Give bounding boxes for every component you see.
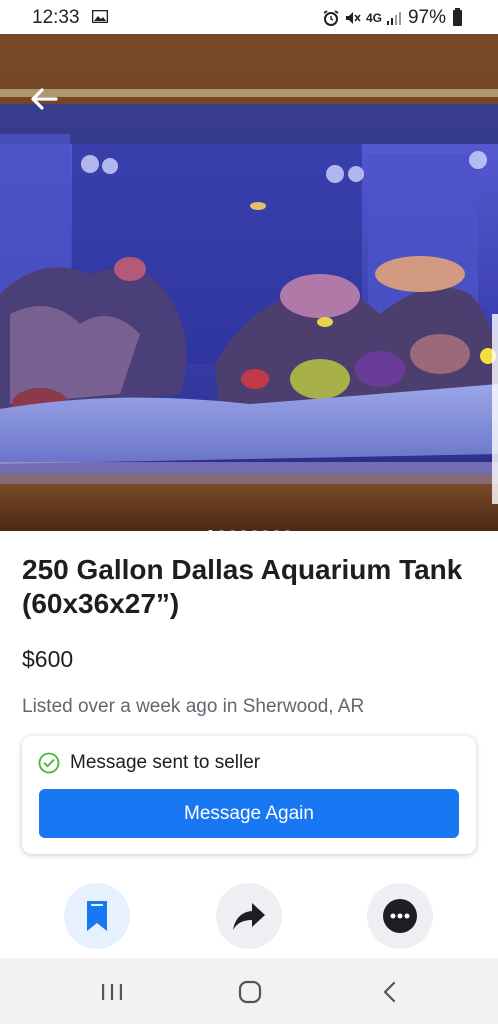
message-status-text: Message sent to seller: [70, 752, 261, 773]
gallery-notification-icon: [92, 10, 108, 23]
message-again-button[interactable]: Message Again: [39, 789, 459, 838]
battery-percent: 97%: [407, 7, 446, 28]
back-arrow-icon[interactable]: [26, 84, 62, 114]
listing-meta: Listed over a week ago in Sherwood, AR: [22, 696, 365, 717]
system-nav-bar: [0, 958, 498, 1024]
listing-price: $600: [22, 646, 74, 672]
check-circle-icon: [38, 752, 60, 774]
more-dots-icon: [383, 899, 417, 933]
photo-dot[interactable]: [240, 530, 247, 531]
network-type: 4G: [365, 11, 382, 25]
message-status: Message sent to seller: [38, 752, 260, 774]
status-time: 12:33: [32, 7, 80, 28]
home-icon[interactable]: [236, 978, 264, 1006]
battery-icon: [453, 8, 462, 26]
listing-photo[interactable]: [0, 34, 498, 531]
back-nav-icon[interactable]: [376, 978, 404, 1006]
photo-dot[interactable]: [284, 530, 291, 531]
signal-icon: [386, 12, 401, 25]
bookmark-icon: [87, 901, 107, 931]
photo-dot[interactable]: [207, 530, 214, 531]
photo-dot[interactable]: [262, 530, 269, 531]
share-button[interactable]: [216, 883, 282, 949]
share-arrow-icon: [233, 903, 265, 930]
message-card: Message sent to seller Message Again: [22, 736, 476, 854]
photo-dot[interactable]: [273, 530, 280, 531]
listing-title: 250 Gallon Dallas Aquarium Tank (60x36x2…: [22, 554, 463, 619]
aquarium-photo: [0, 34, 498, 531]
photo-dot[interactable]: [218, 530, 225, 531]
photo-pager[interactable]: [0, 530, 498, 531]
status-right: 4G 97%: [322, 7, 462, 29]
recent-apps-icon[interactable]: [98, 978, 126, 1006]
alarm-icon: [323, 10, 339, 26]
photo-dot[interactable]: [229, 530, 236, 531]
status-bar: 12:33 4G 97%: [0, 0, 498, 34]
photo-dot[interactable]: [251, 530, 258, 531]
mute-icon: [345, 12, 361, 24]
more-button[interactable]: [367, 883, 433, 949]
save-button[interactable]: [64, 883, 130, 949]
